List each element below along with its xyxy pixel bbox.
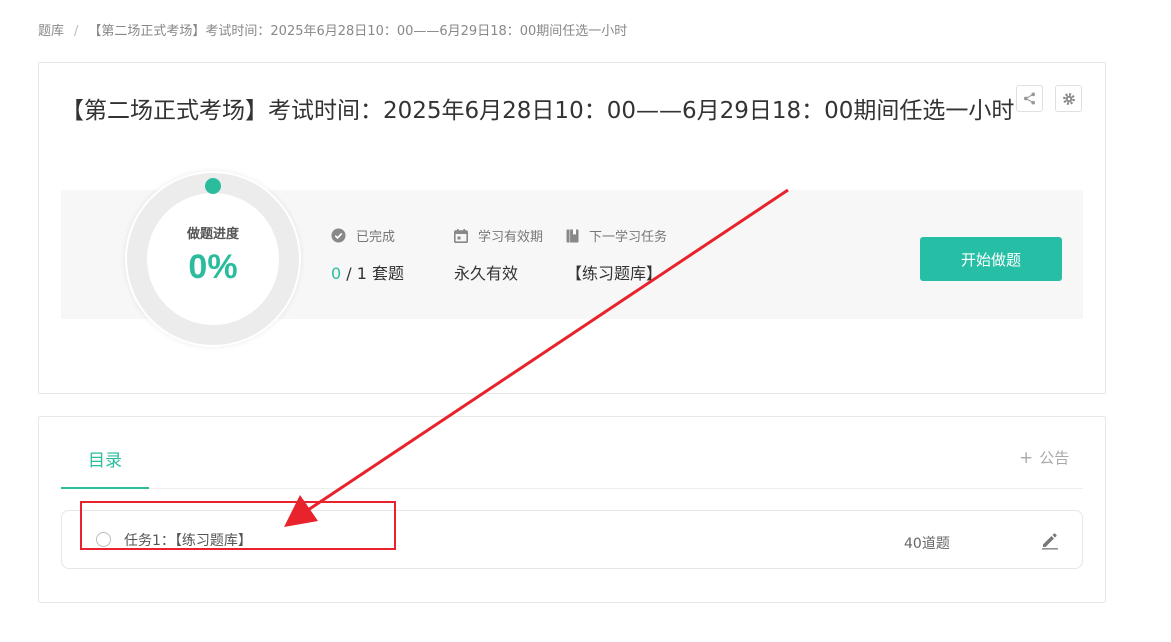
completed-count: 0	[331, 264, 342, 283]
tab-divider	[61, 488, 1083, 489]
settings-button[interactable]	[1055, 85, 1082, 112]
progress-indicator-dot	[205, 178, 221, 194]
breadcrumb-current: 【第二场正式考场】考试时间：2025年6月28日10：00——6月29日18：0…	[88, 24, 628, 39]
next-task-link[interactable]: 【练习题库】	[566, 260, 667, 284]
check-circle-icon	[331, 228, 346, 243]
stat-next-task: 下一学习任务 【练习题库】	[566, 226, 667, 284]
validity-value: 永久有效	[454, 264, 519, 283]
breadcrumb-separator: /	[74, 24, 79, 39]
highlight-annotation-box	[80, 501, 396, 550]
share-button[interactable]	[1016, 85, 1043, 112]
page-title: 【第二场正式考场】考试时间：2025年6月28日10：00——6月29日18：0…	[61, 98, 1015, 124]
exam-summary-card: 【第二场正式考场】考试时间：2025年6月28日10：00——6月29日18：0…	[38, 62, 1106, 394]
gear-icon	[1062, 92, 1075, 105]
completed-total: / 1 套题	[346, 264, 405, 283]
share-icon	[1023, 92, 1036, 105]
tab-catalog[interactable]: 目录	[61, 443, 149, 489]
book-icon	[566, 229, 579, 243]
stat-validity-label: 学习有效期	[478, 230, 544, 245]
calendar-icon	[454, 228, 468, 243]
start-practice-button[interactable]: 开始做题	[920, 237, 1062, 281]
stat-next-task-label: 下一学习任务	[589, 230, 668, 245]
progress-percent: 0%	[188, 248, 238, 286]
progress-ring: 做题进度 0%	[125, 171, 301, 347]
progress-label: 做题进度	[186, 227, 239, 242]
stat-completed-label: 已完成	[356, 230, 396, 245]
add-notice-button[interactable]: + 公告	[1019, 447, 1069, 468]
breadcrumb-root-link[interactable]: 题库	[38, 24, 64, 39]
breadcrumb: 题库 / 【第二场正式考场】考试时间：2025年6月28日10：00——6月29日1…	[38, 20, 627, 39]
tab-catalog-label: 目录	[88, 451, 122, 471]
task-question-count: 40道题	[904, 536, 950, 552]
pencil-icon[interactable]	[1040, 530, 1060, 550]
stat-validity: 学习有效期 永久有效	[454, 226, 543, 284]
notice-label: 公告	[1039, 449, 1070, 467]
page: 题库 / 【第二场正式考场】考试时间：2025年6月28日10：00——6月29日1…	[0, 0, 1171, 642]
stat-completed: 已完成 0 / 1 套题	[331, 226, 404, 284]
plus-icon: +	[1019, 448, 1034, 468]
